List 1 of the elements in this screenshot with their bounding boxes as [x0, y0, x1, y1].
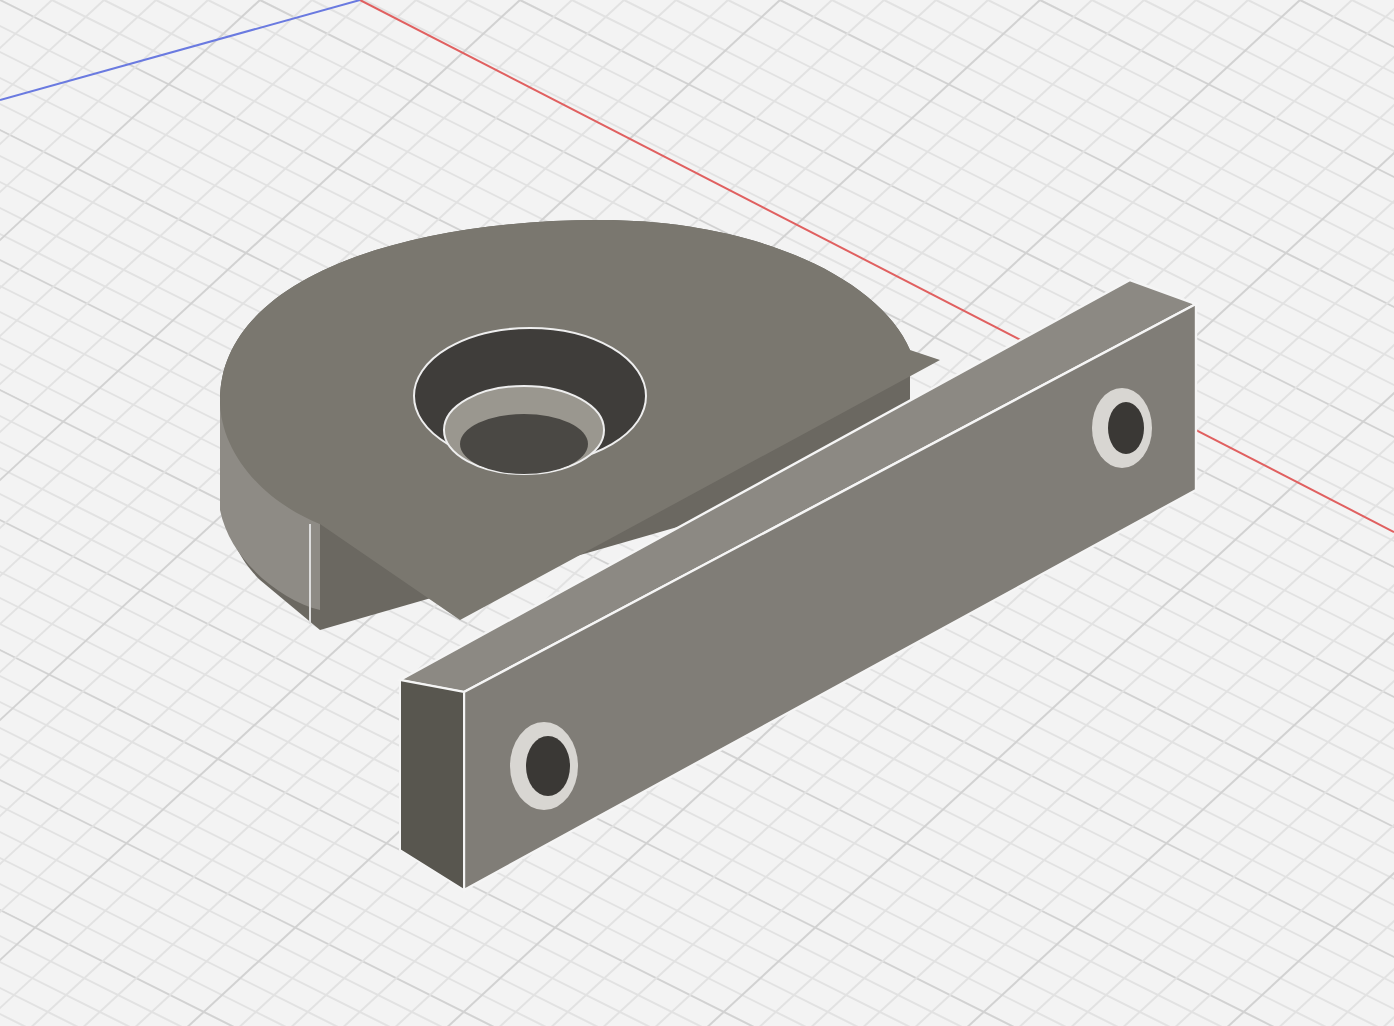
model-viewport[interactable]: [0, 0, 1394, 1026]
